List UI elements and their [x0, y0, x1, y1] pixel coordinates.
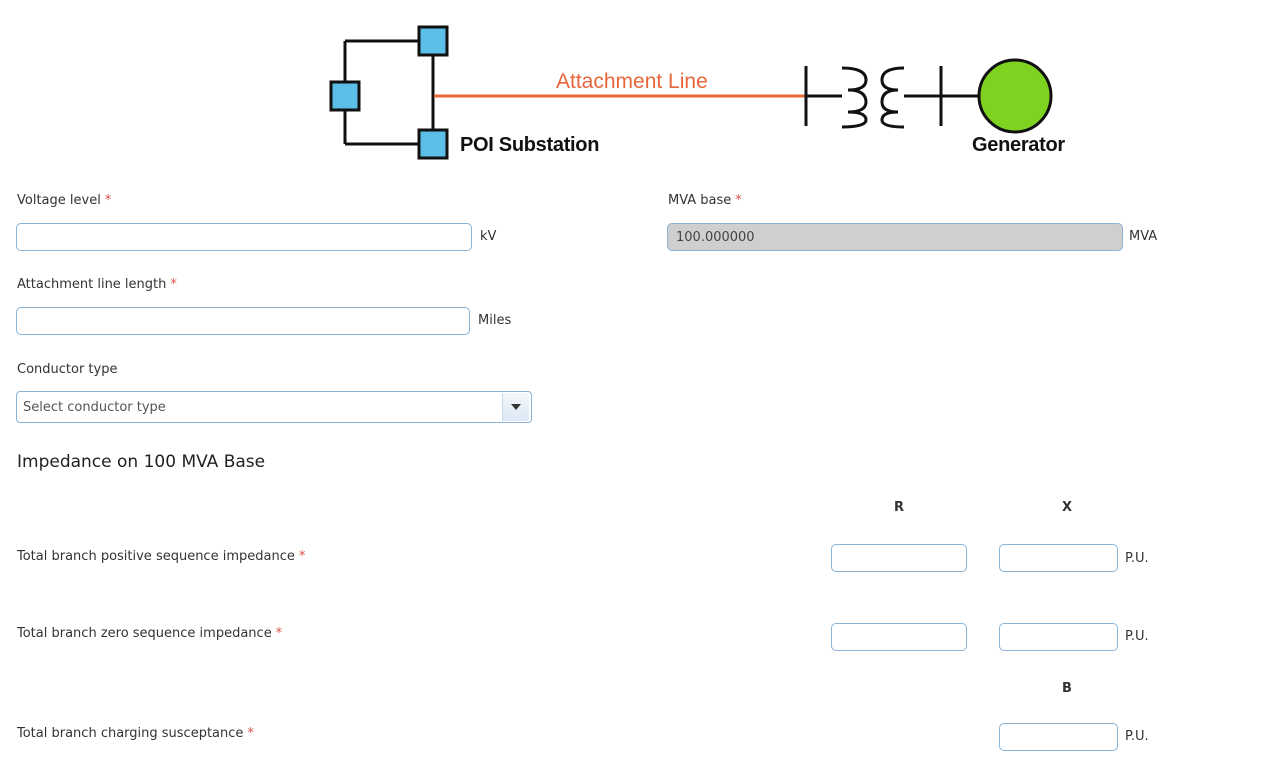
conductor-type-label: Conductor type	[17, 362, 118, 377]
charging-susceptance-b-input[interactable]	[999, 723, 1118, 751]
bus-node-bottom	[417, 128, 449, 160]
column-header-r: R	[893, 500, 904, 515]
voltage-unit: kV	[480, 229, 497, 244]
zero-sequence-r-input[interactable]	[831, 623, 967, 651]
required-mark: *	[298, 549, 306, 564]
transformer-symbol	[804, 66, 980, 129]
conductor-type-value: Select conductor type	[23, 399, 166, 415]
generator-symbol	[977, 58, 1053, 134]
conductor-type-select[interactable]: Select conductor type	[16, 391, 532, 423]
required-mark: *	[275, 626, 283, 641]
line-length-label: Attachment line length *	[17, 277, 177, 292]
dropdown-arrow-icon[interactable]	[502, 393, 529, 421]
mva-unit: MVA	[1129, 229, 1158, 244]
voltage-level-label: Voltage level *	[17, 193, 112, 208]
positive-sequence-label: Total branch positive sequence impedance…	[17, 549, 306, 564]
attachment-line-label: Attachment Line	[556, 70, 708, 93]
poi-substation-label: POI Substation	[460, 134, 600, 156]
zero-sequence-label: Total branch zero sequence impedance *	[17, 626, 283, 641]
generator-label: Generator	[972, 134, 1065, 156]
line-length-input[interactable]	[16, 307, 470, 335]
zero-sequence-x-input[interactable]	[999, 623, 1118, 651]
voltage-level-input[interactable]	[16, 223, 472, 251]
column-header-b: B	[1062, 681, 1072, 696]
required-mark: *	[104, 193, 112, 208]
positive-sequence-unit: P.U.	[1125, 551, 1149, 566]
required-mark: *	[247, 726, 254, 741]
column-header-x: X	[1061, 500, 1073, 515]
positive-sequence-x-input[interactable]	[999, 544, 1118, 572]
required-mark: *	[170, 277, 177, 292]
bus-node-left	[329, 80, 361, 112]
positive-sequence-r-input[interactable]	[831, 544, 967, 572]
required-mark: *	[735, 193, 742, 208]
zero-sequence-unit: P.U.	[1125, 629, 1149, 644]
charging-susceptance-unit: P.U.	[1125, 729, 1149, 744]
impedance-section-title: Impedance on 100 MVA Base	[17, 452, 266, 472]
bus-node-top	[417, 25, 449, 57]
mva-base-label: MVA base *	[668, 193, 742, 208]
charging-susceptance-label: Total branch charging susceptance *	[17, 726, 254, 741]
line-length-unit: Miles	[478, 313, 512, 328]
mva-base-input	[667, 223, 1123, 251]
